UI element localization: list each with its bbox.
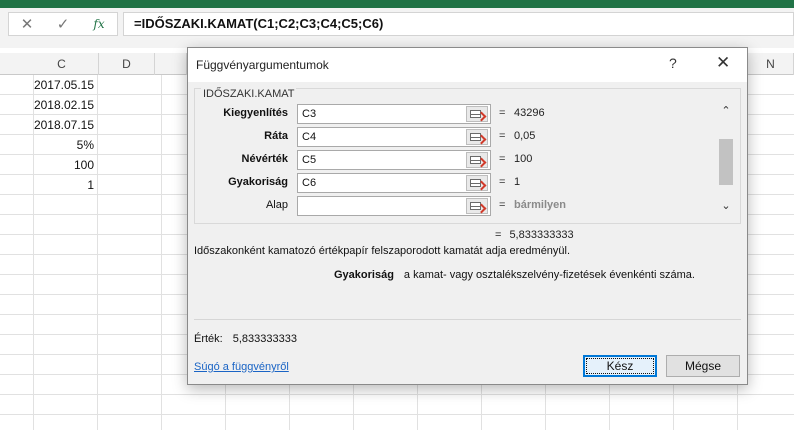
help-icon[interactable]: ? [669,55,677,71]
argument-description: Gyakoriság a kamat- vagy osztalékszelvény… [334,269,695,281]
value-text: 5,833333333 [232,333,297,345]
dialog-title: Függvényargumentumok [196,58,329,72]
collapse-dialog-icon[interactable] [466,175,488,191]
scroll-up-icon[interactable]: ⌃ [717,104,735,118]
enter-formula-icon[interactable]: ✓ [45,13,81,35]
close-icon[interactable]: ✕ [716,53,730,73]
argument-label: Kiegyenlítés [223,107,288,119]
argument-description-name: Gyakoriság [334,269,394,281]
cell-c1[interactable]: 2017.05.15 [25,75,99,95]
ok-button[interactable]: Kész [583,355,657,377]
function-description: Időszakonként kamatozó értékpapír felsza… [194,245,571,257]
argument-label: Gyakoriság [228,176,288,188]
argument-input[interactable]: C3 [297,104,491,124]
insert-function-icon[interactable]: fx [81,13,117,35]
equals-sign: = [499,176,506,188]
argument-label: Alap [265,199,288,211]
argument-input[interactable]: C6 [297,173,491,193]
argument-input[interactable]: C5 [297,150,491,170]
result-equals: = [495,229,502,241]
dialog-title-bar[interactable]: Függvényargumentumok ? ✕ [188,48,747,82]
help-on-function-link[interactable]: Súgó a függvényről [194,361,289,373]
collapse-dialog-icon[interactable] [466,198,488,214]
cell-c6[interactable]: 1 [25,175,99,195]
focus-indicator [586,358,654,374]
argument-value: bármilyen [514,199,566,211]
equals-sign: = [499,153,506,165]
column-header-e[interactable] [155,53,187,75]
formula-value: Érték: 5,833333333 [194,333,297,345]
value-label: Érték: [194,333,223,345]
argument-row: Ráta C4 = 0,05 [195,127,740,147]
function-arguments-group: IDŐSZAKI.KAMAT Kiegyenlítés C3 = 43296 R… [194,88,741,224]
argument-input[interactable]: C4 [297,127,491,147]
argument-value: 43296 [514,107,545,119]
cancel-button[interactable]: Mégse [666,355,740,377]
function-name: IDŐSZAKI.KAMAT [201,88,297,100]
equals-sign: = [499,130,506,142]
argument-value: 100 [514,153,533,165]
argument-input[interactable] [297,196,491,216]
argument-row: Gyakoriság C6 = 1 [195,173,740,193]
argument-row: Névérték C5 = 100 [195,150,740,170]
column-header-n[interactable]: N [748,53,794,75]
argument-label: Névérték [241,153,288,165]
cell-c2[interactable]: 2018.02.15 [25,95,99,115]
equals-sign: = [499,107,506,119]
column-header-d[interactable]: D [99,53,155,75]
cell-c3[interactable]: 2018.07.15 [25,115,99,135]
argument-row: Kiegyenlítés C3 = 43296 [195,104,740,124]
column-header-c[interactable]: C [25,53,99,75]
argument-row: Alap = bármilyen [195,196,740,216]
argument-label: Ráta [264,130,288,142]
function-arguments-dialog: Függvényargumentumok ? ✕ IDŐSZAKI.KAMAT … [187,47,748,385]
collapse-dialog-icon[interactable] [466,106,488,122]
cell-c4[interactable]: 5% [25,135,99,155]
formula-buttons: ✕ ✓ fx [8,12,118,36]
collapse-dialog-icon[interactable] [466,152,488,168]
cancel-formula-icon[interactable]: ✕ [9,13,45,35]
argument-description-text: a kamat- vagy osztalékszelvény-fizetések… [403,269,695,281]
divider [194,319,741,320]
argument-value: 1 [514,176,521,188]
result-value: 5,833333333 [509,229,574,241]
cell-c5[interactable]: 100 [25,155,99,175]
equals-sign: = [499,199,506,211]
arguments-scrollbar[interactable]: ⌃ ⌄ [717,101,735,217]
ribbon-strip [0,0,794,8]
argument-value: 0,05 [514,130,536,142]
scroll-down-icon[interactable]: ⌄ [717,199,735,213]
scrollbar-thumb[interactable] [719,139,733,185]
formula-input[interactable]: =IDŐSZAKI.KAMAT(C1;C2;C3;C4;C5;C6) [123,12,794,36]
formula-result: = 5,833333333 [495,229,574,241]
collapse-dialog-icon[interactable] [466,129,488,145]
